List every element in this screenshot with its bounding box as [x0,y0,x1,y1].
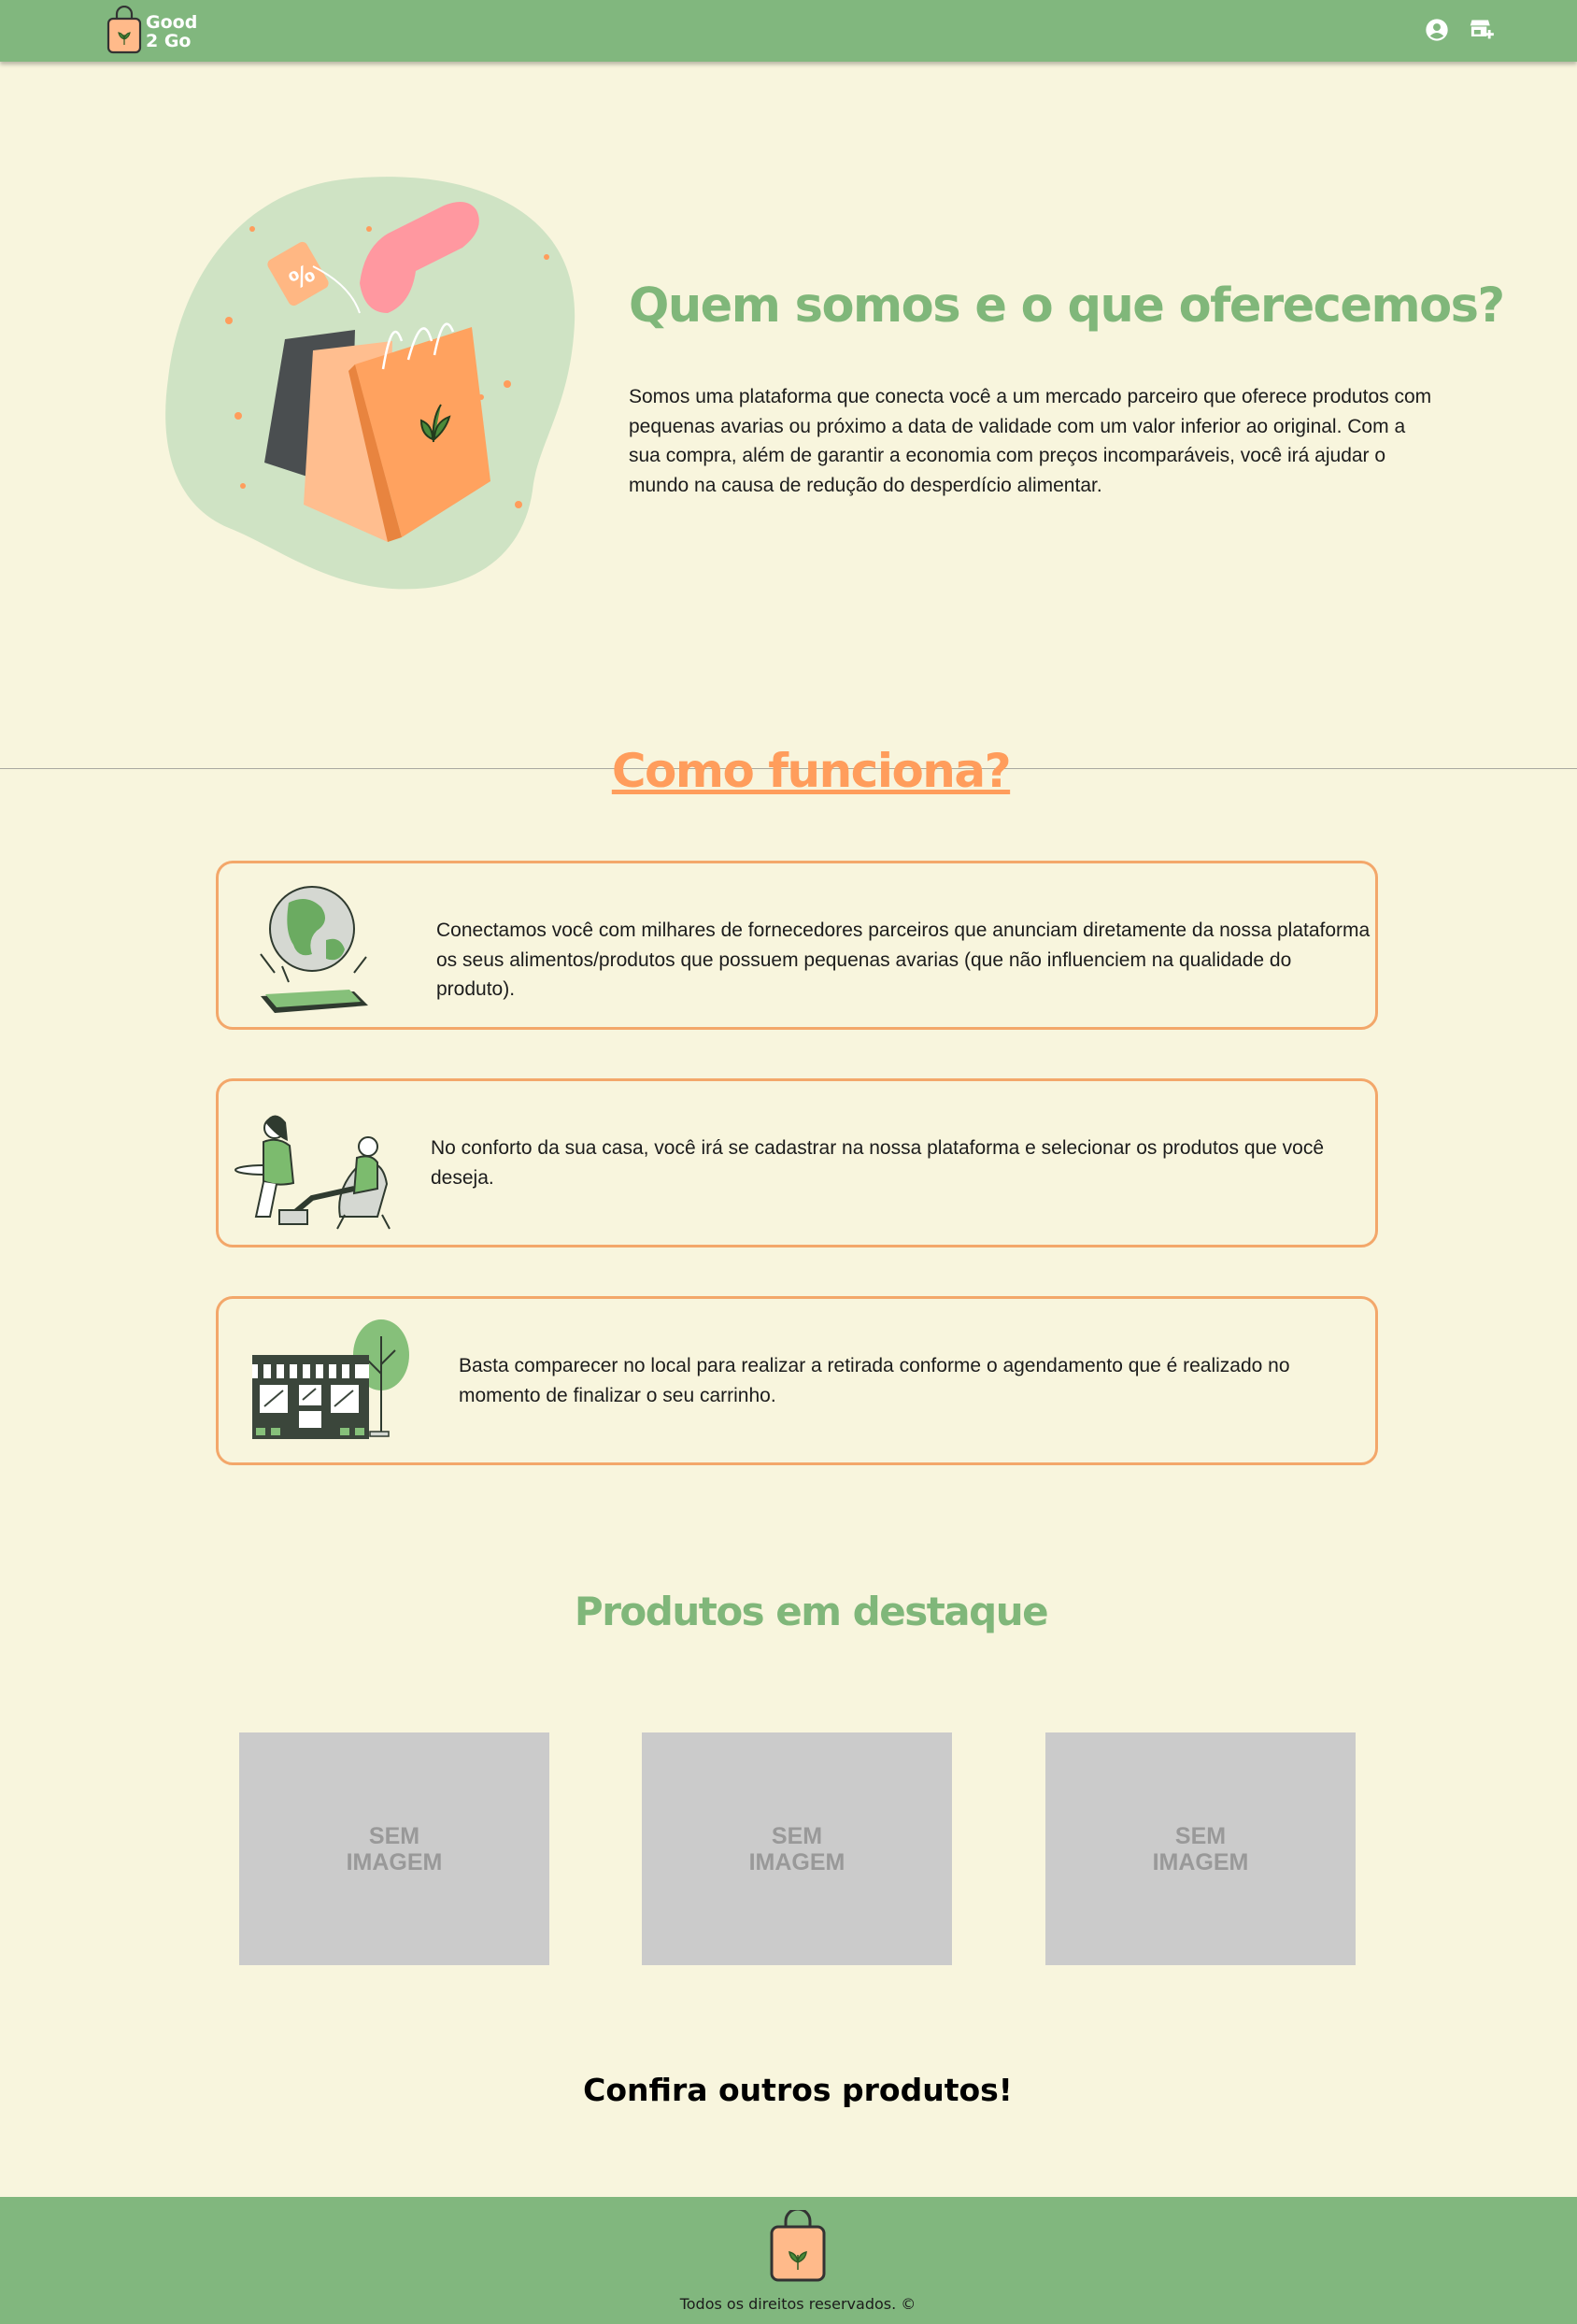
product-card[interactable]: SEM IMAGEM [239,1732,549,1965]
product-card[interactable]: SEM IMAGEM [1045,1732,1356,1965]
top-navbar: Good 2 Go [0,0,1577,62]
how-step-card: Basta comparecer no local para realizar … [216,1296,1378,1465]
footer: Todos os direitos reservados. © [0,2197,1577,2324]
no-image-placeholder: SEM IMAGEM [346,1822,443,1875]
about-description: Somos uma plataforma que conecta você a … [629,386,1432,496]
brand-logo[interactable]: Good 2 Go [106,6,208,54]
see-more-products-link[interactable]: Confira outros produtos! [0,2072,1577,2108]
shopping-bags-illustration: % [163,173,584,593]
store-icon[interactable] [1469,17,1495,43]
copyright-text: Todos os direitos reservados. © [679,2295,916,2313]
no-image-placeholder: SEM IMAGEM [1152,1822,1249,1875]
shopping-bag-logo-icon [107,6,142,54]
product-card[interactable]: SEM IMAGEM [642,1732,952,1965]
how-step-card: Conectamos você com milhares de forneced… [216,861,1378,1030]
brand-line-2: 2 Go [146,31,192,51]
about-title: Quem somos e o que oferecemos? [629,278,1505,334]
how-step-text: No conforto da sua casa, você irá se cad… [431,1137,1325,1189]
how-step-card: No conforto da sua casa, você irá se cad… [216,1078,1378,1248]
brand-name: Good 2 Go [146,13,197,50]
how-step-text: Basta comparecer no local para realizar … [459,1355,1290,1406]
how-step-text: Conectamos você com milhares de forneced… [436,920,1371,1000]
globe-phone-illustration [256,884,377,1019]
no-image-placeholder: SEM IMAGEM [748,1822,845,1875]
account-circle-icon[interactable] [1424,17,1450,43]
storefront-illustration [250,1318,414,1446]
shopping-bag-logo-icon [769,2207,827,2283]
people-at-home-illustration [228,1109,401,1235]
how-it-works-title: Como funciona? [611,744,1012,798]
brand-line-1: Good [146,12,198,33]
featured-products-title: Produtos em destaque [574,1589,1049,1634]
